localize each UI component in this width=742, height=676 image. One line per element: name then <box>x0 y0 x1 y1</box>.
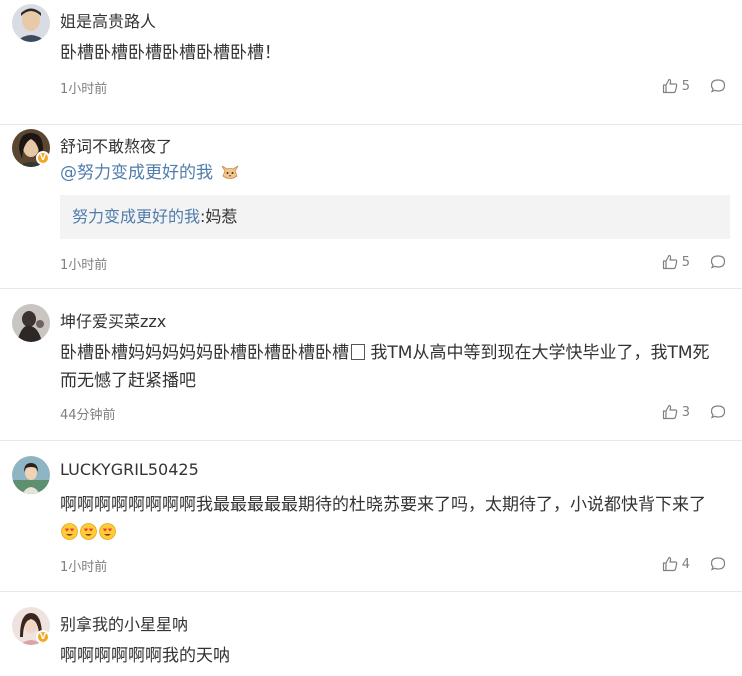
timestamp: 1小时前 <box>60 258 108 273</box>
quoted-username[interactable]: 努力变成更好的我 <box>72 207 200 226</box>
heart-eyes-emoji <box>99 523 116 540</box>
comment-text: 啊啊啊啊啊啊我的天呐 <box>60 646 230 666</box>
like-button[interactable]: 4 <box>662 556 690 572</box>
thumbs-up-icon <box>662 556 677 572</box>
username[interactable]: 姐是高贵路人 <box>60 8 156 32</box>
heart-eyes-emoji <box>61 523 78 540</box>
thumbs-up-icon <box>662 404 677 420</box>
like-count: 5 <box>681 254 690 270</box>
quoted-reply[interactable]: 努力变成更好的我:妈惹 <box>60 195 730 239</box>
comment-bubble-icon[interactable] <box>710 404 726 420</box>
comment-item: V 别拿我的小星星呐 啊啊啊啊啊啊我的天呐 <box>0 592 742 676</box>
like-count: 4 <box>681 556 690 572</box>
username[interactable]: 别拿我的小星星呐 <box>60 611 188 635</box>
username[interactable]: 舒词不敢熬夜了 <box>60 133 172 157</box>
avatar[interactable] <box>12 304 50 342</box>
quoted-text: 妈惹 <box>205 207 238 226</box>
mention-link[interactable]: @努力变成更好的我 <box>60 163 213 183</box>
comment-actions: 5 <box>662 78 726 94</box>
comment-text: @努力变成更好的我 <box>60 159 724 187</box>
comment-item: 姐是高贵路人 卧槽卧槽卧槽卧槽卧槽卧槽！ 1小时前 5 <box>0 0 742 125</box>
comment-text: 卧槽卧槽卧槽卧槽卧槽卧槽！ <box>60 43 281 63</box>
verified-badge-icon: V <box>36 630 50 644</box>
comment-actions: 3 <box>662 404 726 420</box>
thumbs-up-icon <box>662 78 677 94</box>
comment-actions: 5 <box>662 254 726 270</box>
heart-eyes-emoji <box>80 523 97 540</box>
avatar[interactable] <box>12 456 50 494</box>
like-button[interactable]: 5 <box>662 78 690 94</box>
username[interactable]: 坤仔爱买菜zzx <box>60 308 166 332</box>
like-button[interactable]: 5 <box>662 254 690 270</box>
missing-glyph-icon <box>351 344 365 360</box>
comment-bubble-icon[interactable] <box>710 78 726 94</box>
comment-text-part: 卧槽卧槽妈妈妈妈妈卧槽卧槽卧槽卧槽 <box>60 343 349 363</box>
comment-item: 坤仔爱买菜zzx 卧槽卧槽妈妈妈妈妈卧槽卧槽卧槽卧槽 我TM从高中等到现在大学快… <box>0 289 742 441</box>
timestamp: 1小时前 <box>60 82 108 97</box>
comment-item: V 舒词不敢熬夜了 @努力变成更好的我 努力变成更好的我:妈惹 1小时前 5 <box>0 125 742 289</box>
verified-badge-icon: V <box>36 151 50 165</box>
comment-item: LUCKYGRIL50425 啊啊啊啊啊啊啊啊我最最最最最期待的杜晓苏要来了吗，… <box>0 441 742 592</box>
username[interactable]: LUCKYGRIL50425 <box>60 460 199 479</box>
thumbs-up-icon <box>662 254 677 270</box>
like-button[interactable]: 3 <box>662 404 690 420</box>
like-count: 3 <box>681 404 690 420</box>
comment-bubble-icon[interactable] <box>710 254 726 270</box>
like-count: 5 <box>681 78 690 94</box>
timestamp: 44分钟前 <box>60 408 116 423</box>
avatar[interactable] <box>12 4 50 42</box>
cat-face-emoji <box>222 165 239 179</box>
comment-text: 卧槽卧槽妈妈妈妈妈卧槽卧槽卧槽卧槽 我TM从高中等到现在大学快毕业了，我TM死而… <box>60 339 724 395</box>
timestamp: 1小时前 <box>60 560 108 575</box>
comment-actions: 4 <box>662 556 726 572</box>
comment-bubble-icon[interactable] <box>710 556 726 572</box>
comment-text: 啊啊啊啊啊啊啊啊我最最最最最期待的杜晓苏要来了吗，太期待了，小说都快背下来了 <box>60 491 724 547</box>
comment-text-part: 啊啊啊啊啊啊啊啊我最最最最最期待的杜晓苏要来了吗，太期待了，小说都快背下来了 <box>60 495 706 515</box>
